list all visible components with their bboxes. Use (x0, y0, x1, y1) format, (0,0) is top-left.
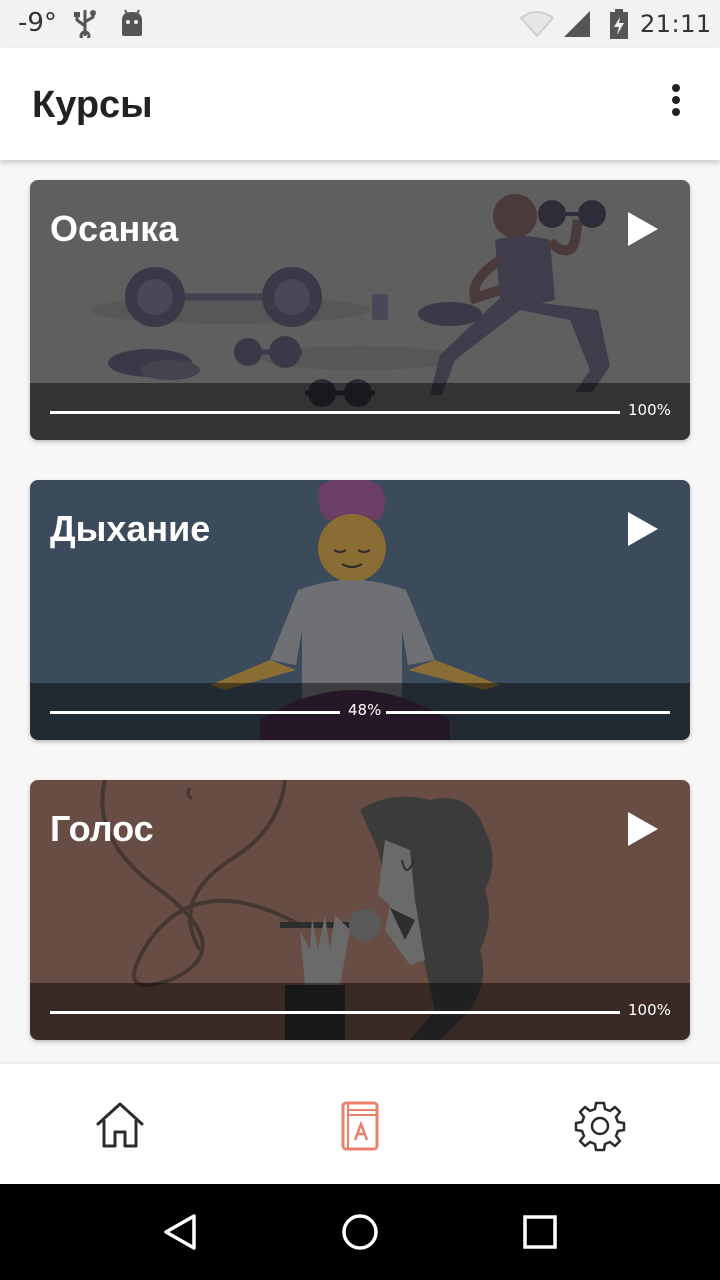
play-icon[interactable] (628, 212, 658, 246)
progress-bar-remaining (386, 711, 670, 714)
course-title: Голос (50, 808, 154, 849)
temperature-text: -9° (18, 8, 57, 38)
android-icon (118, 8, 146, 43)
nav-courses[interactable] (334, 1100, 386, 1152)
gear-icon (574, 1101, 626, 1152)
back-icon[interactable] (160, 1212, 200, 1252)
progress-bar (50, 1011, 620, 1014)
battery-charging-icon (608, 8, 630, 45)
progress-strip: 100% (30, 983, 690, 1040)
more-options-icon[interactable] (660, 84, 692, 124)
recents-icon[interactable] (522, 1212, 558, 1252)
course-card-posture[interactable]: Осанка 100% (30, 180, 690, 440)
progress-strip: 100% (30, 383, 690, 440)
course-title: Осанка (50, 208, 179, 249)
course-card-voice[interactable]: Голос 100% (30, 780, 690, 1040)
progress-label: 100% (628, 401, 671, 419)
bottom-navigation (0, 1064, 720, 1184)
home-icon (96, 1102, 144, 1148)
status-bar: -9° 21:11 (0, 0, 720, 48)
clock-text: 21:11 (640, 10, 712, 38)
nav-home[interactable] (94, 1100, 146, 1152)
progress-bar (50, 711, 340, 714)
course-card-breathing[interactable]: Дыхание 48% (30, 480, 690, 740)
usb-icon (72, 8, 98, 43)
signal-icon (562, 10, 592, 43)
page-title: Курсы (32, 84, 153, 126)
progress-label: 100% (628, 1001, 671, 1019)
play-icon[interactable] (628, 812, 658, 846)
home-circle-icon[interactable] (340, 1212, 380, 1252)
nav-settings[interactable] (574, 1100, 626, 1152)
progress-strip: 48% (30, 683, 690, 740)
course-title: Дыхание (50, 508, 211, 549)
book-icon (341, 1101, 379, 1151)
system-navigation-bar (0, 1184, 720, 1280)
wifi-icon (519, 10, 555, 43)
play-icon[interactable] (628, 512, 658, 546)
progress-bar (50, 411, 620, 414)
progress-label: 48% (348, 701, 382, 719)
app-bar: Курсы (0, 48, 720, 160)
course-list: Осанка 100% Дыхание 48% Голос 100% (0, 160, 720, 1064)
